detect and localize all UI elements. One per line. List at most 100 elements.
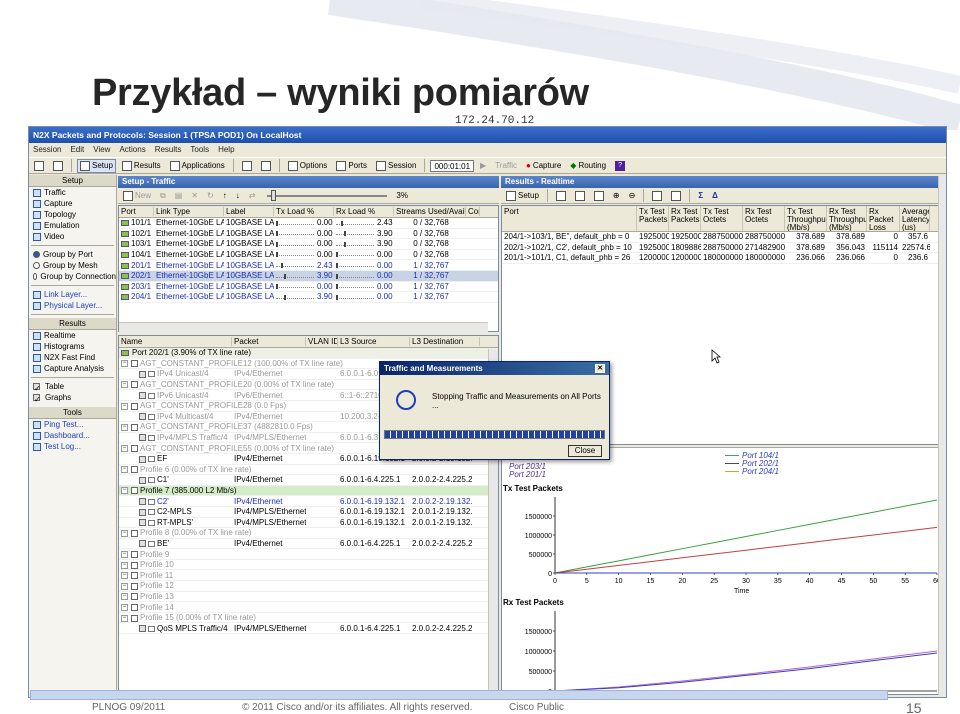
delta-button[interactable]: Δ <box>709 189 721 203</box>
checkbox-icon[interactable] <box>131 572 138 580</box>
column-header[interactable]: Rx Packet Loss <box>867 206 900 231</box>
nav-emulation[interactable]: Emulation <box>29 220 116 231</box>
port-row[interactable]: 104/1 Ethernet-10GbE LAN10GBASE LAN 0.00 0.… <box>119 250 498 261</box>
applications-button[interactable]: Applications <box>167 159 228 173</box>
checkbox-icon[interactable] <box>139 370 146 378</box>
checkbox-icon[interactable] <box>131 423 138 431</box>
column-header[interactable]: Packet <box>232 337 306 346</box>
column-header[interactable]: Cor <box>466 207 480 216</box>
nav-capture[interactable]: Capture <box>29 198 116 209</box>
layout-vertical-button[interactable] <box>239 159 255 173</box>
checkbox-icon[interactable] <box>139 413 146 421</box>
options-button[interactable]: Options <box>285 159 331 173</box>
expand-icon[interactable]: − <box>121 445 128 453</box>
expand-icon[interactable]: − <box>121 614 128 622</box>
profile-row[interactable]: − Profile 8 (0.00% of TX line rate) <box>119 528 498 539</box>
load-slider[interactable] <box>267 189 388 201</box>
slider-thumb[interactable] <box>271 189 277 201</box>
expand-icon[interactable]: − <box>121 360 128 368</box>
radio-icon[interactable] <box>33 251 40 258</box>
column-header[interactable]: Name <box>119 337 232 346</box>
profile-row[interactable]: − Profile 6 (0.00% of TX line rate) <box>119 465 498 476</box>
expand-icon[interactable]: − <box>121 487 128 495</box>
profile-row[interactable]: − Profile 14 <box>119 602 498 613</box>
expand-icon[interactable]: − <box>121 572 128 580</box>
checkbox-icon[interactable] <box>131 550 138 558</box>
expand-icon[interactable]: − <box>121 402 128 410</box>
port-row[interactable]: 101/1 Ethernet-10GbE LAN10GBASE LAN 0.00 2.… <box>119 218 498 229</box>
column-header[interactable]: VLAN IDs <box>306 337 338 346</box>
dialog-close-icon[interactable]: ✕ <box>595 364 605 373</box>
expand-icon[interactable]: − <box>121 381 128 389</box>
port-row[interactable]: 103/1 Ethernet-10GbE LAN10GBASE LAN 0.00 3.… <box>119 239 498 250</box>
paste-button[interactable]: ▤ <box>172 189 186 203</box>
column-header[interactable]: Tx Test Throughput (Mb/s) <box>785 206 827 231</box>
checkbox-icon[interactable] <box>131 582 138 590</box>
ports-button[interactable]: Ports <box>333 159 370 173</box>
checkbox-icon[interactable] <box>131 603 138 611</box>
menu-actions[interactable]: Actions <box>119 145 145 154</box>
sum-button[interactable]: Σ <box>695 189 706 203</box>
nav-histograms[interactable]: Histograms <box>29 341 116 352</box>
open-button[interactable] <box>31 159 47 173</box>
port-row[interactable]: 202/1 Ethernet-10GbE LAN10GBASE LAN 3.90 0.… <box>119 270 498 282</box>
save-button[interactable] <box>50 159 66 173</box>
zoom-out-button[interactable]: ⊖ <box>626 189 639 203</box>
radio-icon[interactable] <box>33 273 38 280</box>
port-row[interactable]: 203/1 Ethernet-10GbE LAN10GBASE LAN 0.00 0.… <box>119 282 498 293</box>
routing-button[interactable]: ◆ Routing <box>567 159 609 173</box>
nav-realtime[interactable]: Realtime <box>29 330 116 341</box>
copy-button[interactable]: ⧉ <box>157 189 169 203</box>
column-header[interactable]: Tx Test Octets <box>701 206 743 231</box>
menu-results[interactable]: Results <box>155 145 182 154</box>
traffic-button[interactable]: Traffic <box>492 159 520 173</box>
refresh-button[interactable]: ↻ <box>204 189 217 203</box>
checkbox-icon[interactable] <box>139 625 146 633</box>
stream-row[interactable]: C2-MPLS IPv4/MPLS/Ethernet 6.0.0.1-6.19.13… <box>119 507 498 518</box>
checkbox-icon[interactable] <box>131 614 138 622</box>
profile-row[interactable]: − Profile 7 (385.000 L2 Mb/s) <box>119 485 498 497</box>
checkbox-icon[interactable] <box>139 392 146 400</box>
column-header[interactable]: Streams Used/Available <box>394 207 466 216</box>
column-header[interactable]: Rx Load % <box>334 207 394 216</box>
checkbox-icon[interactable] <box>139 540 146 548</box>
nav-traffic[interactable]: Traffic <box>29 187 116 198</box>
help-button[interactable]: ? <box>612 159 628 173</box>
profile-row[interactable]: − Profile 10 <box>119 560 498 571</box>
checkbox-icon[interactable] <box>131 561 138 569</box>
dialog-close-button[interactable]: Close <box>568 445 602 457</box>
profile-row[interactable]: − Profile 13 <box>119 592 498 603</box>
stream-row[interactable]: RT-MPLS' IPv4/MPLS/Ethernet 6.0.0.1-6.19.1… <box>119 518 498 529</box>
nav-topology[interactable]: Topology <box>29 209 116 220</box>
checkbox-icon[interactable] <box>131 593 138 601</box>
checkbox-icon[interactable] <box>131 402 138 410</box>
stream-row[interactable]: BE' IPv4/Ethernet 6.0.0.1-6.4.225.1 2.0.0.2… <box>119 539 498 550</box>
expand-icon[interactable]: − <box>121 561 128 569</box>
nav-group-by-connection[interactable]: Group by Connection <box>29 271 116 282</box>
ports-table-hscroll[interactable] <box>119 322 488 332</box>
checkbox-icon[interactable]: ✓ <box>33 383 41 393</box>
checkbox-icon[interactable] <box>131 529 138 537</box>
checkbox-icon[interactable] <box>131 381 138 389</box>
expand-icon[interactable]: − <box>121 550 128 558</box>
checkbox-icon[interactable] <box>139 508 146 516</box>
column-header[interactable]: Average Latency (us) <box>900 206 930 231</box>
column-header[interactable]: Port <box>119 207 154 216</box>
column-header[interactable]: Rx Test Packets <box>669 206 701 231</box>
nav-physical-layer[interactable]: Physical Layer... <box>29 300 116 311</box>
nav-video[interactable]: Video <box>29 231 116 242</box>
nav-capture-analysis[interactable]: Capture Analysis <box>29 363 116 374</box>
port-row[interactable]: 201/1 Ethernet-10GbE LAN10GBASE LAN 2.43 0.… <box>119 260 498 271</box>
layout-horizontal-button[interactable] <box>258 159 274 173</box>
export-button[interactable] <box>591 189 607 203</box>
move-down-button[interactable]: ↓ <box>233 189 243 203</box>
stream-row[interactable]: QoS MPLS Traffic/4 IPv4/MPLS/Ethernet 6.0.… <box>119 623 498 635</box>
setup-button[interactable]: Setup <box>77 158 116 173</box>
column-header[interactable]: Rx Test Octets <box>743 206 785 231</box>
nav-n2x-fast-find[interactable]: N2X Fast Find <box>29 352 116 363</box>
expand-icon[interactable]: − <box>121 582 128 590</box>
table-view-button[interactable] <box>553 189 569 203</box>
column-header[interactable]: Tx Load % <box>274 207 334 216</box>
port-group-row[interactable]: Port 202/1 (3.90% of TX line rate) <box>119 348 498 359</box>
nav-group-by-port[interactable]: Group by Port <box>29 249 116 260</box>
